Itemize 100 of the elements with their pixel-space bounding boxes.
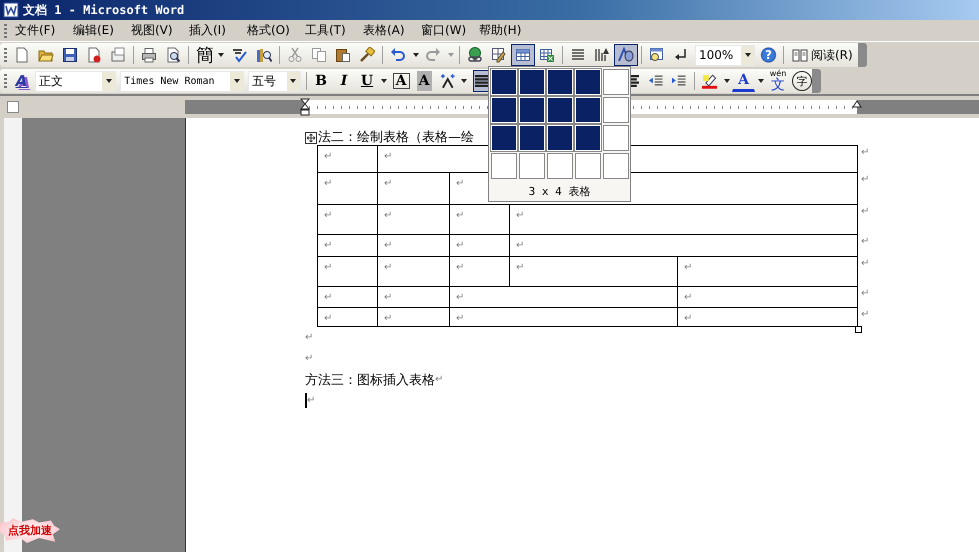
row-end-mark: ↵ — [860, 287, 870, 301]
tab-selector[interactable] — [6, 101, 18, 113]
format-button[interactable]: I — [332, 70, 356, 92]
menu-item[interactable]: 视图(V) — [131, 22, 189, 39]
table-cell: ↵ — [318, 257, 378, 286]
brush-icon — [359, 47, 375, 63]
menu-item[interactable]: 文件(F) — [15, 22, 73, 39]
table-cell: ↵ — [378, 173, 450, 204]
paragraph-mark: ↵ — [305, 332, 314, 343]
character-border-button[interactable]: A — [390, 70, 412, 92]
table-cell: ↵ — [450, 287, 678, 307]
books-magnifier-icon — [256, 47, 272, 63]
paragraph-text: 方法三：图标插入表格 — [305, 372, 435, 388]
accent-arrows-icon — [440, 73, 455, 89]
menu-item[interactable]: 工具(T) — [305, 22, 363, 39]
spreadsheet-icon — [539, 47, 555, 63]
paragraph-mark: ↵ — [305, 353, 314, 364]
caret-icon — [461, 79, 468, 83]
globe-chain-icon — [467, 47, 483, 63]
document-map-icon — [649, 47, 665, 63]
zoom-combo[interactable]: 100% — [695, 44, 755, 66]
format-button[interactable]: U — [356, 70, 378, 92]
vertical-lines-icon — [594, 47, 610, 63]
table-resize-handle[interactable] — [855, 326, 862, 333]
return-arrow-icon — [673, 47, 689, 63]
style-combo[interactable]: 正文 — [34, 70, 116, 92]
caret-icon — [290, 79, 296, 83]
indent-marker[interactable] — [300, 98, 310, 116]
table-cell: ↵ — [450, 257, 510, 286]
menu-item[interactable]: 表格(A) — [363, 22, 421, 39]
font-combo[interactable]: Times New Roman — [120, 70, 244, 92]
table-cell: ↵ — [510, 205, 858, 234]
toolbar-grip[interactable] — [4, 48, 7, 62]
paragraph-mark: ↵ — [435, 374, 444, 385]
grid-cell[interactable] — [602, 69, 628, 95]
font-size-combo[interactable]: 五号 — [248, 70, 301, 92]
format-button[interactable]: B — [310, 70, 332, 92]
table-cell: ↵ — [378, 235, 450, 256]
row-end-mark: ↵ — [860, 257, 870, 271]
styles-button[interactable]: A — [10, 70, 33, 92]
row-end-mark: ↵ — [860, 308, 870, 322]
menu-item[interactable]: 窗口(W) — [421, 22, 479, 39]
table-cell: ↵ — [678, 287, 858, 307]
book-icon — [792, 47, 808, 63]
caret-icon — [381, 79, 387, 83]
read-button[interactable]: 阅读(R) — [787, 44, 858, 66]
table-cell: ↵ — [318, 308, 378, 326]
toolbar-grip[interactable] — [4, 74, 7, 88]
table-icon — [515, 47, 531, 63]
grid-cell[interactable] — [602, 153, 628, 179]
grid-cell[interactable] — [602, 125, 628, 151]
menu-item[interactable]: 格式(O) — [247, 22, 305, 39]
document-w-icon — [3, 2, 19, 18]
caret-icon — [758, 79, 764, 83]
caret-icon — [724, 79, 730, 83]
grid-cell[interactable] — [518, 153, 544, 179]
table-cell: ↵ — [378, 205, 450, 234]
grid-cell[interactable] — [546, 153, 572, 179]
paragraph-mark: ↵ — [307, 395, 316, 406]
row-end-mark: ↵ — [860, 235, 870, 249]
menu-grip[interactable] — [4, 24, 7, 38]
grid-pencil-icon — [491, 47, 507, 63]
table-cell: ↵ — [450, 205, 510, 234]
table-cell: ↵ — [510, 257, 678, 286]
justify-button[interactable] — [472, 70, 490, 92]
menu-item[interactable]: 插入(I) — [189, 22, 247, 39]
table-cell: ↵ — [510, 235, 858, 256]
undo-icon — [390, 47, 406, 63]
table-cell: ↵ — [318, 205, 378, 234]
printer-icon — [141, 47, 157, 63]
check-mark-icon — [232, 47, 248, 63]
table-cell: ↵ — [378, 308, 450, 326]
table-cell: ↵ — [318, 287, 378, 307]
redo-icon — [425, 47, 441, 63]
page-stop-icon — [86, 47, 102, 63]
table-cell: ↵ — [318, 173, 378, 204]
caret-icon — [744, 53, 750, 57]
scissors-icon — [287, 47, 303, 63]
grid-cell[interactable] — [602, 97, 628, 123]
phonetic-guide-button[interactable]: wén 文 — [766, 70, 790, 92]
font-color-button[interactable]: A — [732, 70, 756, 92]
envelope-icon — [110, 47, 126, 63]
simplified-chinese-button[interactable]: 簡 — [192, 44, 228, 66]
menu-item[interactable]: 编辑(E) — [73, 22, 131, 39]
document-heading: 法二：绘制表格（表格—绘 — [318, 128, 474, 146]
window-title: 文档 1 - Microsoft Word — [23, 2, 184, 18]
caret-icon — [448, 53, 454, 57]
caret-icon — [234, 79, 240, 83]
row-end-mark: ↵ — [860, 146, 870, 160]
table-cell: ↵ — [450, 235, 510, 256]
table-cell: ↵ — [318, 146, 378, 172]
table-move-handle[interactable] — [305, 132, 317, 144]
grid-cell[interactable] — [490, 153, 516, 179]
row-end-mark: ↵ — [860, 173, 870, 187]
indent-marker[interactable] — [852, 100, 862, 108]
drawing-button[interactable] — [614, 44, 638, 66]
grid-cell[interactable] — [574, 153, 600, 179]
clipboard-icon — [335, 47, 351, 63]
insert-table-button[interactable] — [511, 44, 535, 66]
menu-item[interactable]: 帮助(H) — [479, 22, 537, 39]
